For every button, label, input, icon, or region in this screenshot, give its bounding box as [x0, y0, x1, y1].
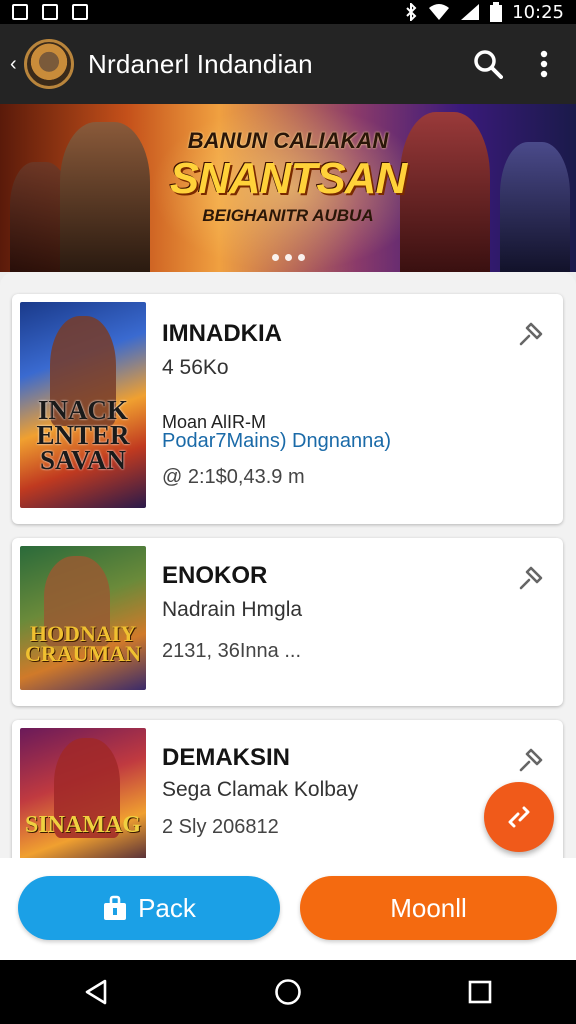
system-icons: 10:25 [404, 2, 564, 23]
game-thumbnail[interactable]: SINAMAG [20, 728, 146, 858]
wifi-icon [429, 4, 450, 20]
notification-icon [72, 4, 88, 20]
moon-button-label: Moonll [390, 892, 467, 923]
item-title: ENOKOR [162, 562, 268, 589]
banner-headline: SNANTSAN [169, 154, 407, 203]
battery-icon [490, 2, 503, 22]
app-title: Nrdanerl Indandian [88, 48, 313, 79]
list-item[interactable]: INACK ENTER SAVAN IMNADKIA 4 56Ko Moan A… [12, 294, 563, 524]
pager-dot[interactable] [297, 254, 305, 261]
bluetooth-icon [406, 3, 417, 21]
item-meta: @ 2:1$0,43.9 m [162, 466, 305, 488]
floating-action-button[interactable] [484, 782, 554, 852]
nav-home-button[interactable] [258, 962, 318, 1022]
game-thumbnail[interactable]: HODNAIY CRAUMAN [20, 546, 146, 690]
bottom-action-bar: Pack Moonll [0, 858, 576, 960]
signal-icon [461, 4, 480, 20]
status-time: 10:25 [512, 1, 564, 23]
pager-dot[interactable] [271, 254, 279, 261]
banner-pager-dots[interactable] [0, 254, 576, 261]
swap-icon [508, 806, 530, 828]
item-size: 4 56Ko [162, 356, 229, 379]
nav-recents-icon [468, 980, 492, 1004]
pin-button[interactable] [517, 320, 545, 348]
pager-dot[interactable] [284, 254, 292, 261]
thumbnail-title: SINAMAG [24, 812, 141, 838]
status-bar: 10:25 [0, 0, 576, 24]
system-nav-bar [0, 960, 576, 1024]
back-arrow-icon[interactable]: ‹ [10, 53, 24, 76]
more-options-button[interactable] [520, 40, 568, 88]
more-vert-icon [540, 50, 548, 78]
pin-icon [519, 566, 543, 590]
nav-back-icon [85, 979, 107, 1005]
pack-button[interactable]: Pack [18, 876, 280, 940]
notification-icon [42, 4, 58, 20]
nav-recents-button[interactable] [450, 962, 510, 1022]
item-title: DEMAKSIN [162, 744, 291, 771]
nav-back-button[interactable] [66, 962, 126, 1022]
search-button[interactable] [464, 40, 512, 88]
bag-icon [104, 895, 127, 920]
item-meta: 2131, 36Inna ... [162, 640, 302, 662]
banner-subheadline: BEIGHANITR AUBUA [202, 206, 374, 225]
thumbnail-title: INACK ENTER SAVAN [36, 395, 130, 475]
moon-button[interactable]: Moonll [300, 876, 557, 940]
item-subtitle: Nadrain Hmgla [162, 598, 303, 621]
item-meta: 2 Sly 206812 [162, 816, 279, 838]
item-title: IMNADKIA [162, 320, 282, 347]
game-list[interactable]: INACK ENTER SAVAN IMNADKIA 4 56Ko Moan A… [0, 272, 576, 858]
pin-button[interactable] [517, 746, 545, 774]
pin-icon [519, 748, 543, 772]
game-thumbnail[interactable]: INACK ENTER SAVAN [20, 302, 146, 508]
list-item[interactable]: SINAMAG DEMAKSIN Sega Clamak Kolbay 2 Sl… [12, 720, 563, 858]
pin-icon [519, 322, 543, 346]
featured-banner[interactable]: BANUN CALIAKAN SNANTSAN BEIGHANITR AUBUA [0, 104, 576, 272]
notification-icon [12, 4, 28, 20]
pin-button[interactable] [517, 564, 545, 592]
notification-icons [12, 4, 88, 20]
item-link[interactable]: Podar7Mains) Dngnanna) [162, 430, 391, 453]
pack-button-label: Pack [138, 892, 196, 923]
item-subtitle: Sega Clamak Kolbay [162, 778, 359, 801]
banner-headline-top: BANUN CALIAKAN [187, 128, 389, 153]
thumbnail-title: HODNAIY CRAUMAN [24, 621, 142, 666]
app-logo [24, 39, 74, 89]
nav-home-icon [275, 979, 301, 1005]
list-item[interactable]: HODNAIY CRAUMAN ENOKOR Nadrain Hmgla 213… [12, 538, 563, 706]
app-bar: ‹ Nrdanerl Indandian [0, 24, 576, 104]
search-icon [474, 50, 503, 79]
